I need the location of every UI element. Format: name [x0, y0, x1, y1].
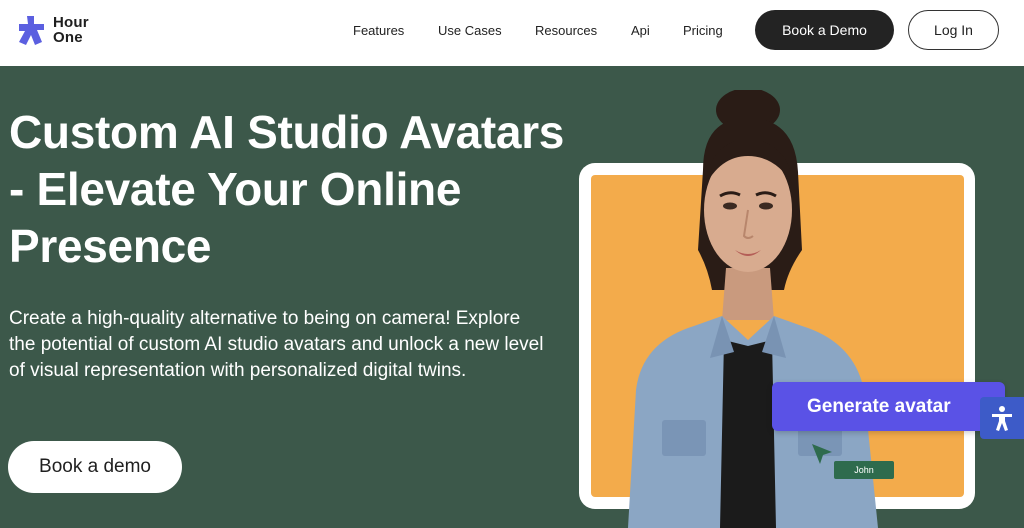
- avatar-name-tag: John: [834, 461, 894, 479]
- login-button[interactable]: Log In: [908, 10, 999, 50]
- brand-line-1: Hour: [53, 14, 89, 31]
- nav-features[interactable]: Features: [353, 22, 404, 40]
- brand-name: Hour One: [53, 15, 89, 45]
- nav-use-cases[interactable]: Use Cases: [438, 22, 502, 40]
- hero-book-demo-button[interactable]: Book a demo: [8, 441, 182, 493]
- book-demo-button[interactable]: Book a Demo: [755, 10, 894, 50]
- hero-description: Create a high-quality alternative to bei…: [9, 308, 544, 381]
- top-nav-bar: Hour One Features Use Cases Resources Ap…: [0, 0, 1024, 66]
- logo-star-icon: [19, 16, 44, 45]
- nav-resources[interactable]: Resources: [535, 22, 597, 40]
- nav-pricing[interactable]: Pricing: [683, 22, 723, 40]
- brand-logo[interactable]: Hour One: [15, 14, 105, 50]
- accessibility-button[interactable]: [980, 397, 1024, 439]
- brand-line-2: One: [53, 29, 83, 46]
- hero-section: Custom AI Studio Avatars - Elevate Your …: [0, 66, 1024, 528]
- accessibility-icon: [992, 406, 1012, 431]
- hero-title: Custom AI Studio Avatars - Elevate Your …: [9, 106, 565, 272]
- nav-api[interactable]: Api: [631, 22, 650, 40]
- generate-avatar-button[interactable]: Generate avatar: [772, 382, 1005, 431]
- cursor-arrow-icon: [812, 444, 832, 464]
